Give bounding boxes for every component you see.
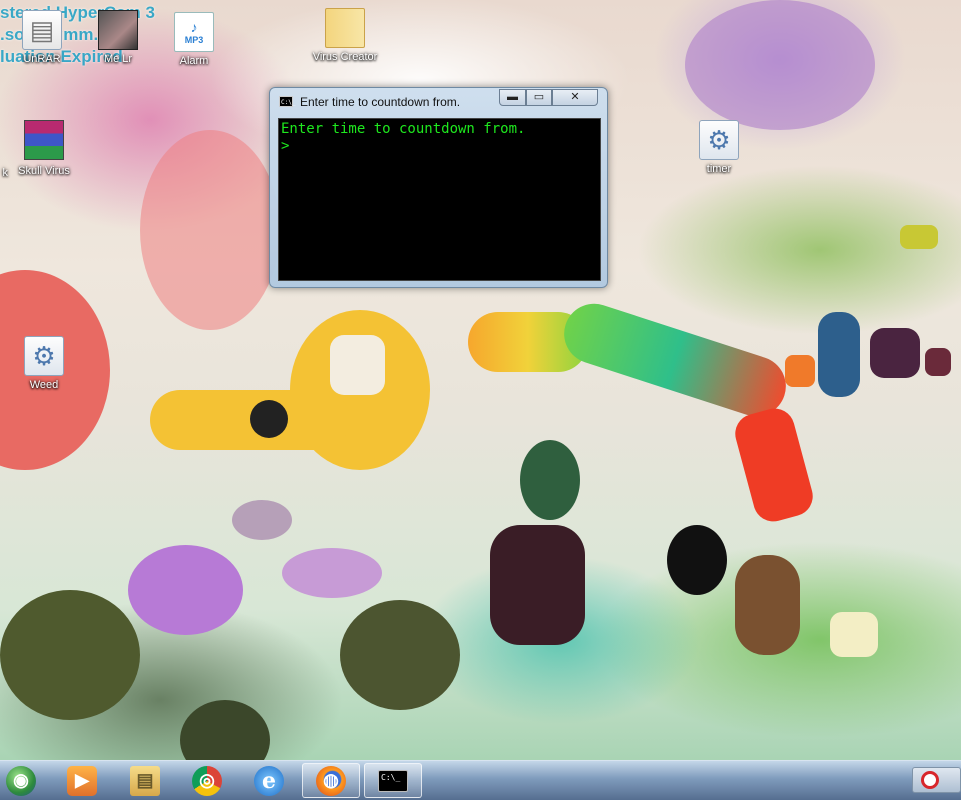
wallpaper-speech-bubble bbox=[667, 525, 727, 595]
globe-icon: ◉ bbox=[6, 765, 36, 796]
wallpaper-blue-figure bbox=[818, 312, 860, 397]
console-window[interactable]: C:\_ Enter time to countdown from. ▬ ▭ ✕… bbox=[269, 87, 608, 288]
wallpaper-shell bbox=[282, 548, 382, 598]
folder-icon bbox=[325, 8, 365, 48]
wallpaper-purple-moon bbox=[685, 0, 875, 130]
desktop-icon-alarm[interactable]: ♪ MP3 Alarm bbox=[156, 12, 232, 67]
taskbar-cmd[interactable]: C:\_ bbox=[364, 763, 422, 798]
desktop-icon-label: Virus Creator bbox=[312, 51, 378, 63]
wallpaper-cream-creature bbox=[830, 612, 878, 657]
console-input-caret: > bbox=[281, 138, 290, 154]
batch-gear-icon: ⚙ bbox=[24, 336, 64, 376]
desktop-wallpaper: stered HyperCam 3 .solveigmm.com luation… bbox=[0, 0, 961, 760]
mp3-file-icon: ♪ MP3 bbox=[174, 12, 214, 52]
desktop-icon-skull-virus[interactable]: Skull Virus bbox=[6, 118, 82, 177]
desktop-icon-virus-creator[interactable]: Virus Creator bbox=[307, 8, 383, 63]
wallpaper-worm-body bbox=[556, 295, 794, 425]
desktop-icon-label: Skull Virus bbox=[18, 165, 70, 177]
wallpaper-rice-cooker bbox=[330, 335, 385, 395]
firefox-icon: ◍ bbox=[316, 765, 346, 796]
desktop-icon-me-lr[interactable]: Me Lr bbox=[80, 10, 156, 65]
start-button[interactable]: ◉ bbox=[0, 763, 50, 798]
wallpaper-yellow-car bbox=[900, 225, 938, 249]
wallpaper-record bbox=[250, 400, 288, 438]
winrar-icon bbox=[24, 120, 64, 160]
console-titlebar[interactable]: C:\_ Enter time to countdown from. ▬ ▭ ✕ bbox=[270, 88, 607, 114]
ie-icon: e bbox=[254, 765, 284, 796]
taskbar-internet-explorer[interactable]: e bbox=[240, 763, 298, 798]
batch-gear-icon: ⚙ bbox=[699, 120, 739, 160]
wallpaper-orange-figure bbox=[785, 355, 815, 387]
chrome-icon: ◎ bbox=[192, 765, 222, 796]
wallpaper-worm-tail bbox=[730, 404, 818, 526]
taskbar-firefox[interactable]: ◍ bbox=[302, 763, 360, 798]
media-player-icon: ▶ bbox=[67, 765, 97, 796]
desktop-icon-label: Alarm bbox=[179, 55, 209, 67]
desktop-icon-timer[interactable]: ⚙ timer bbox=[681, 120, 757, 175]
desktop-icon-label: Weed bbox=[29, 379, 59, 391]
wallpaper-stone bbox=[232, 500, 292, 540]
taskbar-media-player[interactable]: ▶ bbox=[53, 763, 111, 798]
taskbar-chrome[interactable]: ◎ bbox=[178, 763, 236, 798]
minimize-button[interactable]: ▬ bbox=[499, 89, 526, 106]
photo-icon bbox=[98, 10, 138, 50]
taskbar: ◉ ▶ ▤ ◎ e ◍ C:\_ bbox=[0, 760, 961, 800]
taskbar-explorer[interactable]: ▤ bbox=[116, 763, 174, 798]
wallpaper-dark-bubble-2 bbox=[340, 600, 460, 710]
wallpaper-small-figure bbox=[925, 348, 951, 376]
maximize-button[interactable]: ▭ bbox=[526, 89, 552, 106]
wallpaper-bunny-creature bbox=[735, 555, 800, 655]
console-output[interactable]: Enter time to countdown from. > bbox=[278, 118, 601, 281]
wallpaper-dark-bubble bbox=[0, 590, 140, 720]
folder-icon: ▤ bbox=[130, 765, 160, 796]
desktop-icon-label: timer bbox=[706, 163, 732, 175]
cmd-icon: C:\_ bbox=[279, 96, 295, 107]
desktop-icon-unrar[interactable]: ▤ UnRAR bbox=[4, 10, 80, 65]
wallpaper-dark-bubble-3 bbox=[180, 700, 270, 760]
mp3-badge: MP3 bbox=[184, 35, 204, 45]
close-button[interactable]: ✕ bbox=[552, 89, 598, 106]
wallpaper-jelly-blob bbox=[128, 545, 243, 635]
wallpaper-purple-figure bbox=[870, 328, 920, 378]
desktop-icon-weed[interactable]: ⚙ Weed bbox=[6, 336, 82, 391]
desktop-icon-label: Me Lr bbox=[103, 53, 133, 65]
cmd-icon: C:\_ bbox=[378, 769, 408, 792]
record-icon bbox=[921, 771, 939, 789]
console-prompt-text: Enter time to countdown from. bbox=[281, 121, 526, 137]
console-title: Enter time to countdown from. bbox=[300, 95, 461, 109]
wallpaper-pink-dots bbox=[140, 130, 280, 330]
wallpaper-plant bbox=[520, 440, 580, 520]
document-icon: ▤ bbox=[22, 10, 62, 50]
wallpaper-plant-pot bbox=[490, 525, 585, 645]
tray-record-button[interactable] bbox=[912, 767, 961, 793]
desktop-icon-label: UnRAR bbox=[23, 53, 61, 65]
